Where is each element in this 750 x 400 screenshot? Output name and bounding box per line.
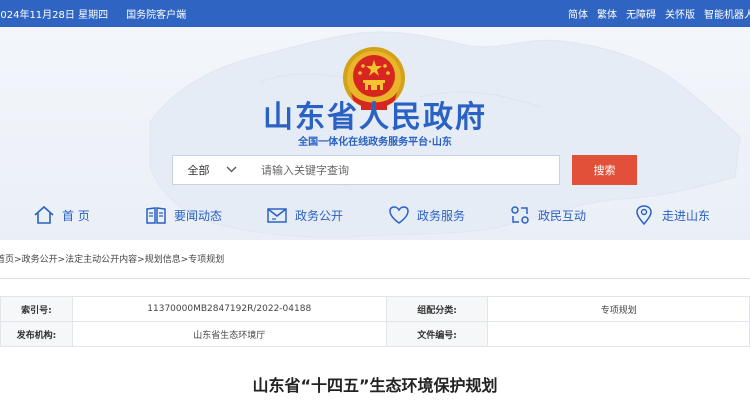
index-number-label: 索引号:: [0, 296, 73, 322]
search-bar: 全部: [172, 155, 560, 185]
breadcrumb-planning-info[interactable]: 规划信息: [145, 255, 181, 265]
breadcrumb-separator: >: [14, 255, 22, 265]
document-metadata-table: 索引号: 11370000MB2847192R/2022-04188 组配分类:…: [0, 296, 750, 347]
care-mode-link[interactable]: 关怀版: [665, 6, 695, 21]
nav-item-government-services[interactable]: 政务服务: [388, 204, 465, 226]
breadcrumb-home[interactable]: 首页: [0, 255, 14, 265]
breadcrumb: 首页>政务公开>法定主动公开内容>规划信息>专项规划: [0, 252, 224, 265]
publisher-label: 发布机构:: [0, 321, 73, 347]
heart-hands-icon: [389, 206, 409, 224]
chevron-down-icon: [226, 165, 237, 176]
current-date: 2024年11月28日 星期四: [0, 10, 109, 21]
breadcrumb-special-planning[interactable]: 专项规划: [188, 255, 224, 265]
nav-item-explore-shandong[interactable]: 走进山东: [633, 204, 710, 226]
location-pin-icon: [636, 205, 652, 226]
top-bar: 2024年11月28日 星期四 国务院客户端 简体 繁体 无障碍 关怀版 智能机…: [0, 0, 750, 27]
document-number-label: 文件编号:: [385, 321, 489, 347]
search-scope-label: 全部: [187, 164, 210, 177]
breadcrumb-open-government[interactable]: 政务公开: [22, 255, 58, 265]
simplified-chinese-link[interactable]: 简体: [568, 6, 588, 21]
state-council-app-link[interactable]: 国务院客户端: [126, 6, 186, 21]
news-book-icon: [146, 207, 166, 224]
breadcrumb-divider: [0, 278, 750, 279]
nav-item-home[interactable]: 首 页: [33, 204, 90, 226]
site-subtitle: 全国一体化在线政务服务平台·山东: [298, 137, 452, 148]
open-government-icon: [267, 208, 287, 223]
nav-item-label: 首 页: [62, 208, 90, 223]
document-title: 山东省“十四五”生态环境保护规划: [252, 376, 498, 395]
nav-item-label: 政民互动: [538, 208, 587, 223]
nav-item-open-government[interactable]: 政务公开: [266, 204, 343, 226]
breadcrumb-separator: >: [137, 255, 145, 265]
nav-item-label: 政务服务: [417, 208, 466, 223]
breadcrumb-separator: >: [57, 255, 66, 265]
nav-item-label: 走进山东: [662, 208, 711, 223]
search-scope-dropdown[interactable]: 全部: [173, 156, 251, 184]
search-input[interactable]: [251, 156, 559, 184]
document-number-value: [487, 321, 750, 347]
smart-robot-link[interactable]: 智能机器人: [704, 6, 750, 21]
index-number-value: 11370000MB2847192R/2022-04188: [71, 296, 387, 322]
nav-item-label: 要闻动态: [174, 208, 223, 223]
breadcrumb-statutory-disclosure[interactable]: 法定主动公开内容: [65, 255, 137, 265]
accessibility-link[interactable]: 无障碍: [626, 6, 656, 21]
publisher-value: 山东省生态环境厅: [71, 321, 387, 347]
nav-item-label: 政务公开: [295, 208, 344, 223]
nav-item-public-interaction[interactable]: 政民互动: [509, 204, 586, 226]
home-icon: [34, 205, 54, 224]
search-button[interactable]: 搜索: [572, 155, 637, 185]
table-row: 索引号: 11370000MB2847192R/2022-04188 组配分类:…: [0, 296, 750, 322]
category-label: 组配分类:: [385, 296, 489, 322]
site-title: 山东省人民政府: [263, 100, 487, 135]
category-value: 专项规划: [487, 296, 750, 322]
table-row: 发布机构: 山东省生态环境厅 文件编号:: [0, 321, 750, 347]
nav-item-news[interactable]: 要闻动态: [145, 204, 222, 226]
traditional-chinese-link[interactable]: 繁体: [597, 6, 617, 21]
interaction-icon: [511, 206, 529, 224]
